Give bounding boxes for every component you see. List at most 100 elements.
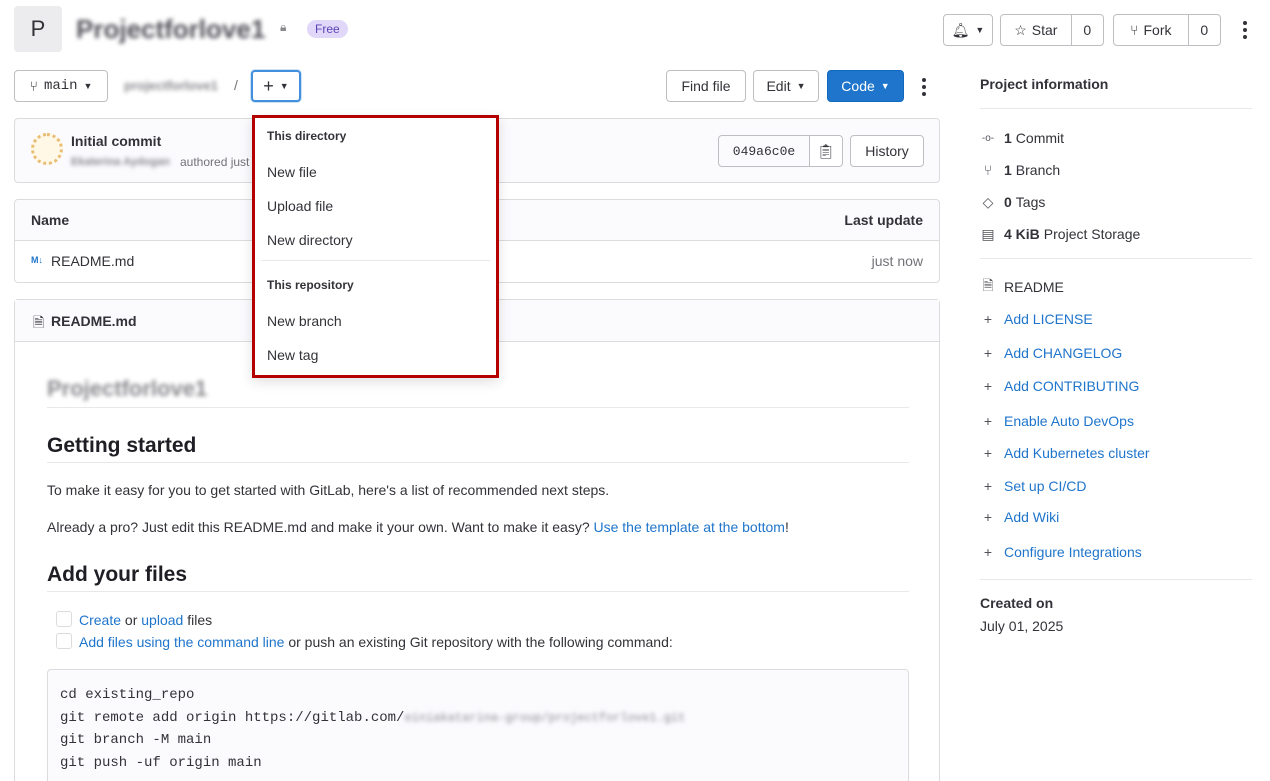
- more-actions-icon[interactable]: [1243, 21, 1247, 39]
- task1-post: files: [183, 612, 213, 628]
- stat-tags[interactable]: ◇ 0 Tags: [980, 192, 1046, 212]
- stat-label: Branch: [1015, 162, 1061, 178]
- notification-button[interactable]: 🔔︎ ▼: [943, 14, 993, 46]
- task-checkbox[interactable]: [56, 633, 72, 649]
- link-label: Add Wiki: [1004, 509, 1060, 525]
- code-label: Code: [841, 78, 875, 94]
- code-line-1: cd existing_repo: [60, 687, 195, 703]
- stat-storage[interactable]: ▤ 4 KiB Project Storage: [980, 224, 1140, 244]
- code-line-2-blurred: einiakatarina-group/projectforlove1.git: [404, 710, 686, 725]
- breadcrumb-separator: /: [234, 77, 238, 93]
- command-line-link[interactable]: Add files using the command line: [79, 634, 284, 650]
- setup-cicd-link[interactable]: + Set up CI/CD: [980, 476, 1087, 496]
- branch-icon: ⑂: [29, 78, 38, 94]
- sidebar-readme[interactable]: 🗎 README: [980, 277, 1064, 297]
- code-line-4: git push -uf origin main: [60, 754, 262, 771]
- readme-header[interactable]: README.md: [51, 313, 137, 329]
- menu-item-new-file[interactable]: New file: [267, 164, 317, 180]
- file-icon: 🗎: [982, 277, 994, 293]
- chevron-down-icon: ▼: [83, 81, 93, 91]
- project-avatar-letter: P: [30, 16, 46, 41]
- chevron-down-icon: ▼: [880, 81, 890, 91]
- code-button[interactable]: Code ▼: [827, 70, 904, 102]
- fork-icon: ⑂: [1130, 22, 1139, 38]
- readme-h1: Projectforlove1: [47, 376, 208, 401]
- edit-button[interactable]: Edit ▼: [753, 70, 819, 102]
- branch-name: main: [43, 78, 78, 94]
- file-name[interactable]: README.md: [51, 253, 134, 269]
- find-file-button[interactable]: Find file: [666, 70, 746, 102]
- created-on-label: Created on: [980, 595, 1054, 611]
- fork-count: 0: [1200, 22, 1209, 38]
- plus-icon: +: [983, 345, 993, 361]
- add-wiki-link[interactable]: + Add Wiki: [980, 507, 1059, 527]
- star-icon: ☆: [1014, 21, 1027, 38]
- link-label: Enable Auto DevOps: [1004, 413, 1134, 429]
- column-last-update: Last update: [844, 212, 923, 228]
- breadcrumb-root[interactable]: projectforlove1: [124, 78, 218, 93]
- author-avatar[interactable]: [31, 133, 63, 165]
- task-item-2: Add files using the command line or push…: [79, 634, 673, 650]
- commit-sha[interactable]: 049a6c0e: [718, 135, 810, 167]
- stat-count: 1: [1004, 130, 1012, 146]
- chevron-down-icon: ▼: [796, 81, 806, 91]
- plus-icon: +: [263, 75, 274, 96]
- chevron-down-icon: ▼: [975, 25, 985, 35]
- add-to-tree-button[interactable]: + ▼: [251, 70, 301, 102]
- column-name: Name: [31, 212, 70, 228]
- chevron-down-icon: ▼: [279, 81, 289, 91]
- plan-badge: Free: [307, 20, 348, 38]
- copy-sha-button[interactable]: 📋︎: [809, 135, 843, 167]
- menu-item-new-branch[interactable]: New branch: [267, 313, 342, 329]
- enable-auto-devops-link[interactable]: + Enable Auto DevOps: [980, 411, 1134, 431]
- code-block: cd existing_repo git remote add origin h…: [47, 669, 909, 781]
- code-line-3: git branch -M main: [60, 732, 212, 748]
- more-actions-icon[interactable]: [922, 78, 926, 96]
- branch-selector[interactable]: ⑂ main ▼: [14, 70, 108, 102]
- heading-getting-started: Getting started: [47, 434, 197, 457]
- menu-item-upload-file[interactable]: Upload file: [267, 198, 333, 214]
- commit-author[interactable]: Ekaterina Aydogan: [71, 156, 170, 168]
- stat-commits[interactable]: -o- 1 Commit: [980, 128, 1064, 148]
- template-link[interactable]: Use the template at the bottom: [594, 519, 785, 535]
- star-button[interactable]: ☆ Star 0: [1000, 14, 1104, 46]
- add-license-link[interactable]: + Add LICENSE: [980, 309, 1093, 329]
- menu-item-new-tag[interactable]: New tag: [267, 347, 318, 363]
- p2-text: Already a pro? Just edit this README.md …: [47, 519, 594, 535]
- add-changelog-link[interactable]: + Add CHANGELOG: [980, 343, 1122, 363]
- upload-link[interactable]: upload: [141, 612, 183, 628]
- branch-icon: ⑂: [983, 162, 993, 178]
- dropdown-section-repository: This repository: [267, 278, 354, 292]
- add-dropdown-menu: This directory New file Upload file New …: [252, 115, 499, 378]
- bell-icon: 🔔︎: [951, 21, 970, 38]
- add-kubernetes-link[interactable]: + Add Kubernetes cluster: [980, 443, 1150, 463]
- created-on-date: July 01, 2025: [980, 618, 1064, 634]
- history-button[interactable]: History: [850, 135, 924, 167]
- stat-count: 0: [1004, 194, 1012, 210]
- task-checkbox[interactable]: [56, 611, 72, 627]
- fork-button[interactable]: ⑂ Fork 0: [1113, 14, 1221, 46]
- project-title[interactable]: Projectforlove1: [76, 14, 265, 45]
- file-icon: 🗎: [33, 314, 45, 330]
- code-line-2: git remote add origin https://gitlab.com…: [60, 707, 896, 730]
- link-label: Add Kubernetes cluster: [1004, 445, 1150, 461]
- code-line-2-text: git remote add origin https://gitlab.com…: [60, 709, 405, 726]
- link-label: Add LICENSE: [1004, 311, 1093, 327]
- fork-label: Fork: [1143, 22, 1172, 38]
- create-link[interactable]: Create: [79, 612, 121, 628]
- project-avatar[interactable]: P: [14, 6, 62, 52]
- plus-icon: +: [983, 509, 993, 525]
- stat-count: 4 KiB: [1004, 226, 1040, 242]
- task2-post: or push an existing Git repository with …: [284, 634, 673, 650]
- add-contributing-link[interactable]: + Add CONTRIBUTING: [980, 376, 1139, 396]
- stat-branches[interactable]: ⑂ 1 Branch: [980, 160, 1060, 180]
- heading-add-files: Add your files: [47, 563, 188, 586]
- commit-title[interactable]: Initial commit: [71, 133, 161, 149]
- link-label: Add CONTRIBUTING: [1004, 378, 1140, 394]
- stat-label: Project Storage: [1043, 226, 1141, 242]
- menu-item-new-directory[interactable]: New directory: [267, 232, 353, 248]
- configure-integrations-link[interactable]: + Configure Integrations: [980, 542, 1142, 562]
- lock-icon: 🔒︎: [280, 20, 287, 34]
- task1-mid: or: [121, 612, 142, 628]
- stat-count: 1: [1004, 162, 1012, 178]
